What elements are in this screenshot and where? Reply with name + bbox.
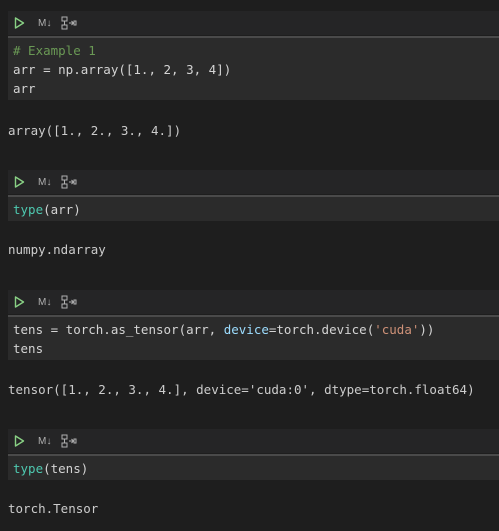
split-cell-button[interactable] <box>61 16 77 30</box>
markdown-button[interactable]: M↓ <box>38 18 52 29</box>
code-line: tens <box>13 341 44 356</box>
code-editor[interactable]: # Example 1 arr = np.array([1., 2, 3, 4]… <box>8 36 499 100</box>
split-cell-icon <box>61 295 77 309</box>
code-line: # Example 1 <box>13 43 96 58</box>
markdown-button[interactable]: M↓ <box>38 297 52 308</box>
code-line: arr <box>13 81 36 96</box>
cell-toolbar: M↓ <box>8 170 499 194</box>
run-cell-button[interactable] <box>13 296 25 308</box>
code-editor[interactable]: type(arr) <box>8 195 499 221</box>
markdown-button[interactable]: M↓ <box>38 436 52 447</box>
code-line: type(arr) <box>13 200 499 219</box>
cell-output: numpy.ndarray <box>8 242 106 257</box>
play-icon <box>14 296 24 308</box>
code-token: (arr) <box>43 202 81 217</box>
cell-toolbar: M↓ <box>8 290 499 314</box>
run-cell-button[interactable] <box>13 435 25 447</box>
code-editor[interactable]: type(tens) <box>8 454 499 480</box>
code-token-builtin: type <box>13 202 44 217</box>
code-token-builtin: type <box>13 461 44 476</box>
code-token: tens = torch.as_tensor(arr, <box>13 322 224 337</box>
code-line: type(tens) <box>13 459 499 478</box>
cell-output: array([1., 2., 3., 4.]) <box>8 123 182 138</box>
split-cell-button[interactable] <box>61 434 77 448</box>
play-icon <box>14 435 24 447</box>
split-cell-icon <box>61 175 77 189</box>
code-editor[interactable]: tens = torch.as_tensor(arr, device=torch… <box>8 315 499 360</box>
cell-toolbar: M↓ <box>8 11 499 35</box>
play-icon <box>14 176 24 188</box>
code-token: (tens) <box>43 461 89 476</box>
run-cell-button[interactable] <box>13 176 25 188</box>
code-line: tens = torch.as_tensor(arr, device=torch… <box>13 320 499 339</box>
split-cell-button[interactable] <box>61 295 77 309</box>
code-line: arr = np.array([1., 2, 3, 4]) <box>13 62 232 77</box>
cell-output: tensor([1., 2., 3., 4.], device='cuda:0'… <box>8 382 475 397</box>
split-cell-button[interactable] <box>61 175 77 189</box>
run-cell-button[interactable] <box>13 17 25 29</box>
split-cell-icon <box>61 16 77 30</box>
cell-toolbar: M↓ <box>8 429 499 453</box>
notebook-page: M↓ # Example 1 arr = np.array([1., 2, 3,… <box>0 0 499 531</box>
code-token: )) <box>419 322 435 337</box>
play-icon <box>14 17 24 29</box>
code-token-string: 'cuda' <box>374 322 420 337</box>
code-token-param: device <box>223 322 269 337</box>
split-cell-icon <box>61 434 77 448</box>
markdown-button[interactable]: M↓ <box>38 177 52 188</box>
cell-output: torch.Tensor <box>8 501 99 516</box>
code-token: =torch.device( <box>268 322 375 337</box>
